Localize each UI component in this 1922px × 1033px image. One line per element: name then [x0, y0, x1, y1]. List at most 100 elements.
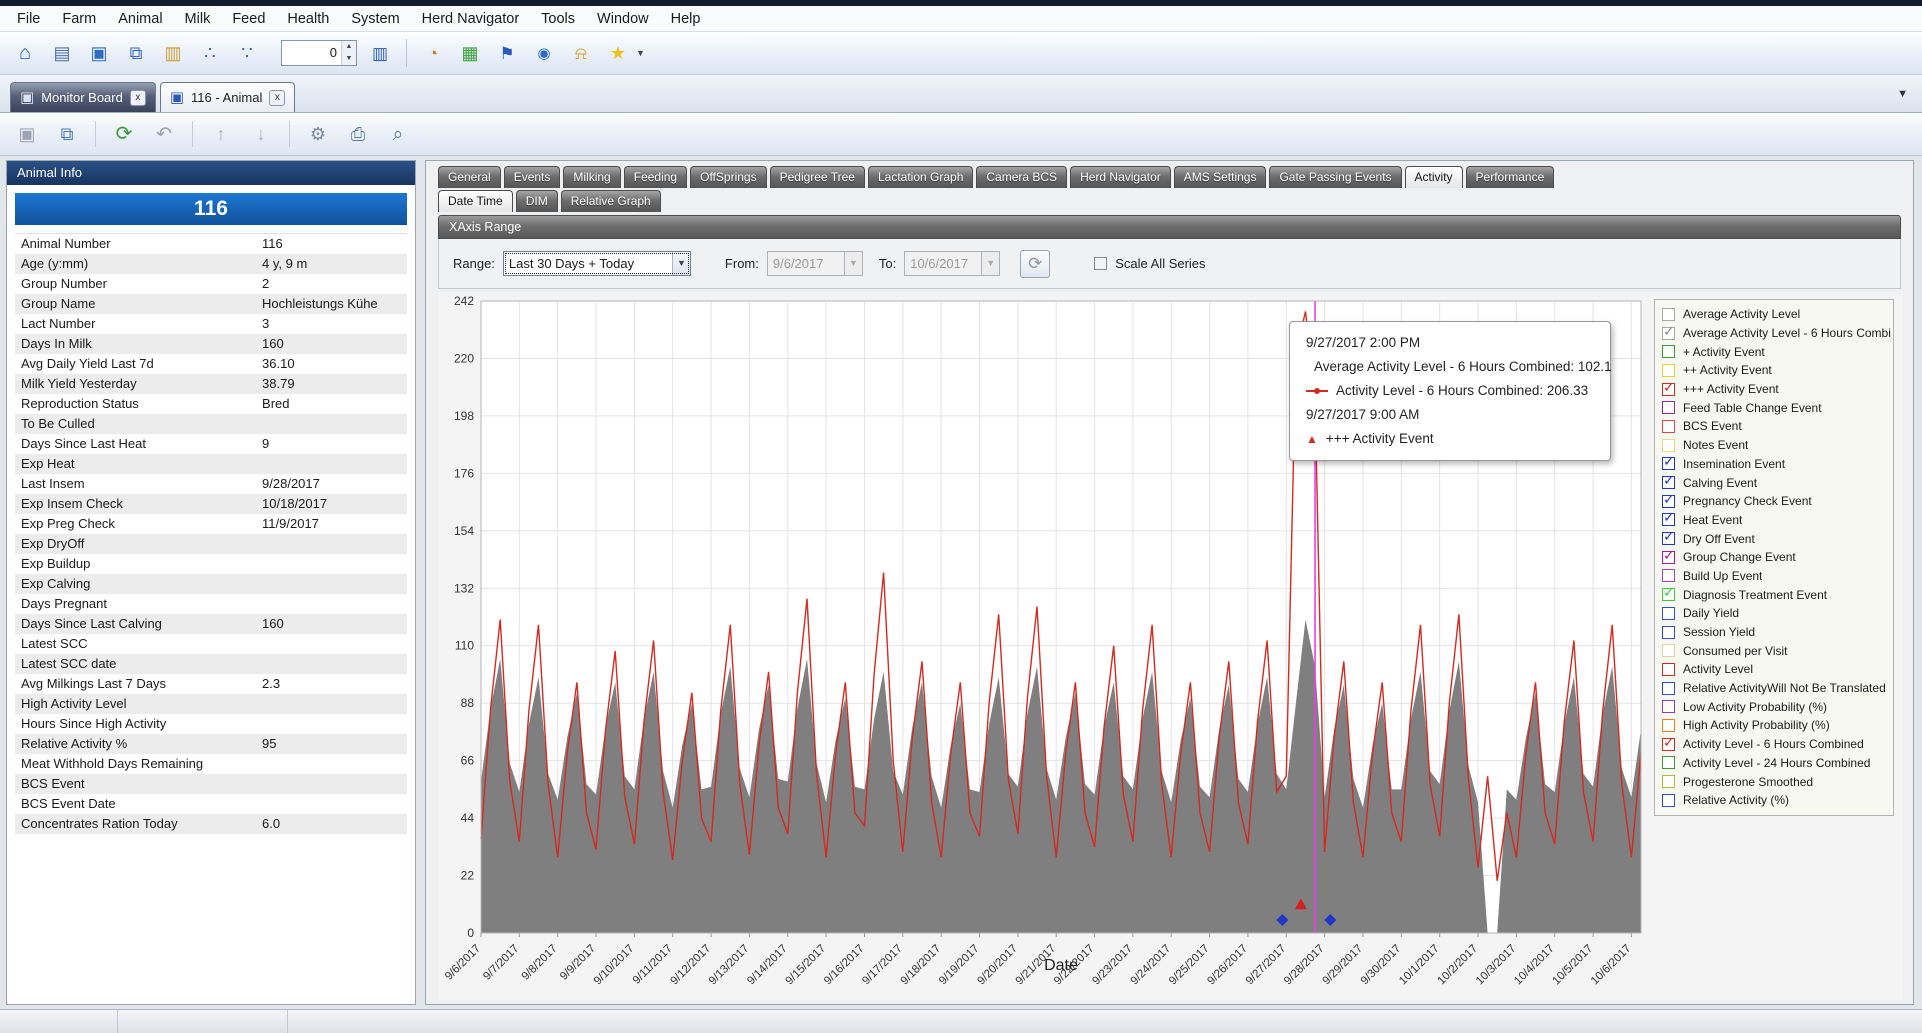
legend-checkbox[interactable] — [1662, 308, 1675, 321]
legend-checkbox[interactable]: ✓ — [1662, 327, 1675, 340]
navigate-up-button[interactable]: ↑ — [204, 117, 238, 151]
tab-herd-navigator[interactable]: Herd Navigator — [1070, 166, 1171, 188]
x-axis-title: Date — [1044, 957, 1078, 975]
tab-general[interactable]: General — [438, 166, 501, 188]
legend-checkbox[interactable] — [1662, 644, 1675, 657]
save-all-button[interactable]: ⧉ — [50, 117, 84, 151]
tab-performance[interactable]: Performance — [1466, 166, 1555, 188]
tab-offsprings[interactable]: OffSprings — [690, 166, 766, 188]
legend-checkbox[interactable] — [1662, 682, 1675, 695]
menu-milk[interactable]: Milk — [174, 8, 222, 30]
legend-label: Session Yield — [1683, 625, 1755, 639]
report-settings-button[interactable]: ⚙ — [301, 117, 335, 151]
window-tab-116-animal[interactable]: ▣ 116 - Animal x — [160, 82, 295, 112]
menu-feed[interactable]: Feed — [221, 8, 276, 30]
monitor-pair-button[interactable]: ⧉ — [119, 36, 153, 70]
window-tab-monitor-board[interactable]: ▣ Monitor Board x — [10, 82, 156, 112]
menu-herd-navigator[interactable]: Herd Navigator — [411, 8, 531, 30]
scale-all-series-checkbox[interactable] — [1094, 257, 1107, 270]
legend-checkbox[interactable]: ✓ — [1662, 457, 1675, 470]
home-navigate-button[interactable]: ⌂ — [8, 36, 42, 70]
legend-checkbox[interactable] — [1662, 401, 1675, 414]
legend-checkbox[interactable]: ✓ — [1662, 588, 1675, 601]
refresh-button[interactable]: ⟳ — [107, 117, 141, 151]
legend-item-activity-event: + Activity Event — [1662, 342, 1891, 361]
herd-grid-button[interactable]: ▦ — [453, 36, 487, 70]
menu-system[interactable]: System — [340, 8, 410, 30]
legend-checkbox[interactable] — [1662, 439, 1675, 452]
close-icon[interactable]: x — [130, 90, 146, 106]
report-export-button[interactable]: ▥ — [156, 36, 190, 70]
animal-card-button[interactable]: ▥ — [363, 36, 397, 70]
favorites-star-button[interactable]: ★ — [601, 36, 635, 70]
tab-gate-passing-events[interactable]: Gate Passing Events — [1269, 166, 1401, 188]
alarm-bell-button[interactable]: ⍾ — [564, 36, 598, 70]
legend-checkbox[interactable]: ✓ — [1662, 495, 1675, 508]
menu-file[interactable]: File — [6, 8, 51, 30]
animal-info-label: Days Since Last Heat — [15, 434, 258, 454]
menu-bar: FileFarmAnimalMilkFeedHealthSystemHerd N… — [0, 6, 1922, 32]
menu-health[interactable]: Health — [276, 8, 340, 30]
legend-checkbox[interactable] — [1662, 364, 1675, 377]
legend-checkbox[interactable]: ✓ — [1662, 738, 1675, 751]
from-date-select[interactable]: 9/6/2017 ▼ — [767, 251, 863, 276]
legend-checkbox[interactable] — [1662, 569, 1675, 582]
undo-button[interactable]: ↶ — [147, 117, 181, 151]
close-icon[interactable]: x — [269, 90, 285, 106]
legend-checkbox[interactable] — [1662, 700, 1675, 713]
legend-checkbox[interactable] — [1662, 626, 1675, 639]
menu-farm[interactable]: Farm — [51, 8, 107, 30]
subtab-dim[interactable]: DIM — [516, 190, 558, 212]
legend-checkbox[interactable] — [1662, 756, 1675, 769]
legend-checkbox[interactable]: ✓ — [1662, 551, 1675, 564]
range-select[interactable]: Last 30 Days + Today ▼ — [503, 251, 691, 276]
subtab-relative-graph[interactable]: Relative Graph — [561, 190, 661, 212]
refresh-icon: ⟳ — [116, 124, 133, 144]
menu-animal[interactable]: Animal — [107, 8, 173, 30]
legend-checkbox[interactable]: ✓ — [1662, 383, 1675, 396]
spinner-down-icon[interactable]: ▼ — [342, 53, 356, 65]
legend-checkbox[interactable] — [1662, 420, 1675, 433]
tab-ams-settings[interactable]: AMS Settings — [1174, 166, 1267, 188]
tab-camera-bcs[interactable]: Camera BCS — [976, 166, 1067, 188]
to-date-select[interactable]: 10/6/2017 ▼ — [904, 251, 1000, 276]
subtab-date-time[interactable]: Date Time — [438, 190, 513, 212]
tab-activity[interactable]: Activity — [1405, 166, 1463, 188]
spinner-up-icon[interactable]: ▲ — [342, 41, 356, 53]
legend-checkbox[interactable] — [1662, 775, 1675, 788]
legend-checkbox[interactable] — [1662, 663, 1675, 676]
scatter-graph-button[interactable]: ∴ — [193, 36, 227, 70]
spinner-arrows[interactable]: ▲▼ — [341, 41, 356, 65]
navigate-down-button[interactable]: ↓ — [244, 117, 278, 151]
tab-list-dropdown-icon[interactable]: ▼ — [1897, 88, 1908, 100]
refresh-range-button[interactable]: ⟳ — [1020, 250, 1050, 278]
preview-button[interactable]: ⌕ — [381, 117, 415, 151]
chevron-down-icon[interactable]: ▼ — [672, 252, 690, 275]
legend-checkbox[interactable]: ✓ — [1662, 513, 1675, 526]
animal-number-spinner[interactable]: 0 ▲▼ — [281, 40, 357, 66]
milk-drop-button[interactable]: ◉ — [527, 36, 561, 70]
print-button[interactable]: ⎙ — [341, 117, 375, 151]
scatter-graph-time-button[interactable]: ∵ — [230, 36, 264, 70]
window-tab-label: 116 - Animal — [191, 90, 262, 105]
legend-checkbox[interactable] — [1662, 345, 1675, 358]
menu-tools[interactable]: Tools — [530, 8, 586, 30]
animal-list-button[interactable]: ▤ — [45, 36, 79, 70]
legend-checkbox[interactable] — [1662, 719, 1675, 732]
tab-lactation-graph[interactable]: Lactation Graph — [868, 166, 973, 188]
save-button[interactable]: ▣ — [10, 117, 44, 151]
tab-events[interactable]: Events — [504, 166, 561, 188]
legend-checkbox[interactable] — [1662, 607, 1675, 620]
menu-help[interactable]: Help — [660, 8, 712, 30]
tab-pedigree-tree[interactable]: Pedigree Tree — [770, 166, 865, 188]
legend-checkbox[interactable] — [1662, 794, 1675, 807]
legend-checkbox[interactable]: ✓ — [1662, 532, 1675, 545]
menu-window[interactable]: Window — [586, 8, 660, 30]
tab-feeding[interactable]: Feeding — [624, 166, 687, 188]
monitor-board-button[interactable]: ▣ — [82, 36, 116, 70]
milk-check-button[interactable]: ◔ — [416, 36, 450, 70]
tab-milking[interactable]: Milking — [563, 166, 620, 188]
chevron-down-icon[interactable]: ▼ — [636, 48, 645, 58]
sample-flag-button[interactable]: ⚑ — [490, 36, 524, 70]
legend-checkbox[interactable]: ✓ — [1662, 476, 1675, 489]
